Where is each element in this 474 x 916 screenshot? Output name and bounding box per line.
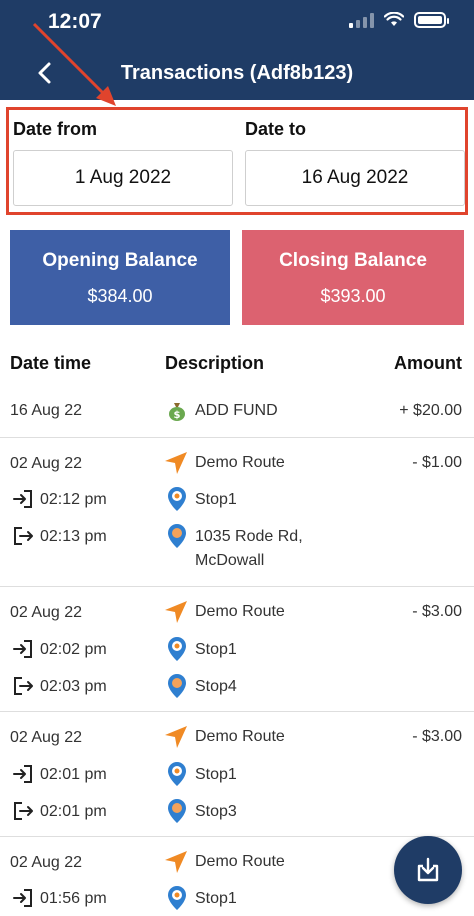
start-stop: Stop1 — [195, 641, 237, 658]
route-name: Demo Route — [195, 603, 285, 620]
wifi-icon — [384, 12, 404, 26]
location-pin-icon — [168, 886, 186, 910]
check-in-time: 02:02 pm — [40, 641, 107, 658]
opening-balance-label: Opening Balance — [42, 250, 198, 271]
row-date: 16 Aug 22 — [10, 402, 83, 419]
check-out-icon — [14, 677, 33, 695]
route-arrow-icon — [165, 452, 187, 474]
check-in-icon — [13, 490, 32, 508]
row-amount: - $3.00 — [412, 603, 462, 620]
closing-balance-amount: $393.00 — [320, 286, 386, 306]
end-stop-line2: McDowall — [195, 552, 265, 569]
check-in-icon — [13, 889, 32, 907]
start-stop: Stop1 — [195, 491, 237, 508]
start-stop: Stop1 — [195, 766, 237, 783]
check-in-time: 02:01 pm — [40, 766, 107, 783]
route-name: Demo Route — [195, 728, 285, 745]
opening-balance-card: Opening Balance $384.00 — [10, 230, 230, 325]
check-out-time: 02:13 pm — [40, 528, 107, 545]
money-bag-icon: $ — [169, 403, 185, 421]
check-in-time: 01:56 pm — [40, 890, 107, 907]
app-header: 12:07 Transactions (Adf8b123) — [0, 0, 474, 100]
location-pin-icon — [168, 762, 186, 786]
end-stop: Stop3 — [195, 803, 237, 820]
start-stop: Stop1 — [195, 890, 237, 907]
closing-balance-label: Closing Balance — [279, 250, 427, 271]
check-out-time: 02:01 pm — [40, 803, 107, 820]
row-amount: + $20.00 — [399, 402, 462, 419]
row-description: ADD FUND — [195, 402, 278, 419]
route-name: Demo Route — [195, 454, 285, 471]
date-range-section: Date from Date to 1 Aug 2022 16 Aug 2022 — [6, 107, 468, 215]
download-icon — [417, 857, 439, 882]
end-stop: Stop4 — [195, 678, 237, 695]
row-amount: - $3.00 — [412, 728, 462, 745]
row-date: 02 Aug 22 — [10, 729, 83, 746]
check-out-icon — [14, 527, 33, 545]
date-to-label: Date to — [245, 119, 307, 139]
status-icons — [349, 12, 449, 28]
row-date: 02 Aug 22 — [10, 455, 83, 472]
end-stop: 1035 Rode Rd, — [195, 528, 303, 545]
date-from-label: Date from — [13, 119, 98, 139]
location-pin-icon — [168, 799, 186, 823]
route-arrow-icon — [165, 851, 187, 873]
opening-balance-amount: $384.00 — [87, 286, 153, 306]
battery-icon — [414, 12, 449, 28]
location-pin-icon — [168, 674, 186, 698]
route-arrow-icon — [165, 601, 187, 623]
row-date: 02 Aug 22 — [10, 854, 83, 871]
page-title: Transactions (Adf8b123) — [120, 62, 354, 84]
row-divider — [0, 586, 474, 587]
location-pin-icon — [168, 487, 186, 511]
check-in-time: 02:12 pm — [40, 491, 107, 508]
route-name: Demo Route — [195, 853, 285, 870]
row-divider — [0, 711, 474, 712]
row-date: 02 Aug 22 — [10, 604, 83, 621]
check-out-time: 02:03 pm — [40, 678, 107, 695]
route-arrow-icon — [165, 726, 187, 748]
row-amount: - $1.00 — [412, 454, 462, 471]
column-header-description: Description — [165, 353, 265, 373]
column-header-datetime: Date time — [10, 353, 92, 373]
download-button[interactable] — [394, 836, 462, 904]
column-header-amount: Amount — [394, 353, 462, 373]
closing-balance-card: Closing Balance $393.00 — [242, 230, 464, 325]
row-divider — [0, 836, 474, 837]
check-out-icon — [14, 802, 33, 820]
status-time: 12:07 — [48, 10, 102, 33]
check-in-icon — [13, 765, 32, 783]
check-in-icon — [13, 640, 32, 658]
date-from-field[interactable]: 1 Aug 2022 — [13, 150, 233, 206]
location-pin-icon — [168, 524, 186, 548]
date-to-field[interactable]: 16 Aug 2022 — [245, 150, 465, 206]
svg-text:$: $ — [174, 410, 181, 421]
signal-icon — [349, 12, 374, 28]
row-divider — [0, 437, 474, 438]
location-pin-icon — [168, 637, 186, 661]
